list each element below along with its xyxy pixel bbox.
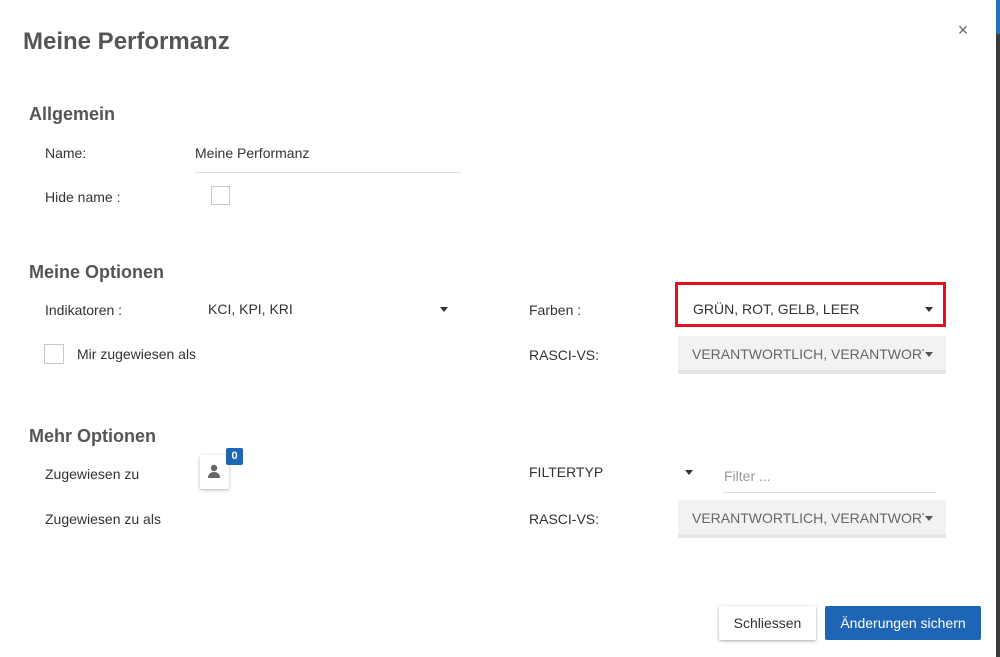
zugewiesen-zu-label: Zugewiesen zu: [45, 466, 140, 482]
close-icon[interactable]: ×: [954, 20, 972, 40]
mir-zugewiesen-label: Mir zugewiesen als: [77, 346, 197, 362]
dialog-title: Meine Performanz: [23, 28, 230, 55]
rasci-label-2: RASCI-VS:: [529, 511, 600, 527]
hide-name-label: Hide name :: [45, 189, 121, 205]
close-button[interactable]: Schliessen: [719, 606, 816, 640]
filtertyp-dropdown-icon[interactable]: [685, 470, 693, 475]
indikatoren-select[interactable]: KCI, KPI, KRI: [195, 290, 461, 326]
performance-dialog: Meine Performanz × Allgemein Name: Meine…: [0, 0, 996, 657]
indikatoren-label: Indikatoren :: [45, 302, 123, 318]
assignee-count-badge: 0: [226, 448, 243, 465]
chevron-down-icon: [440, 307, 448, 312]
rasci-select-2[interactable]: VERANTWORTLICH, VERANTWORTLICH: [678, 500, 946, 538]
indikatoren-select-value: KCI, KPI, KRI: [208, 301, 293, 317]
assignee-picker-button[interactable]: [200, 455, 229, 489]
rasci-label: RASCI-VS:: [529, 347, 600, 363]
mir-zugewiesen-checkbox[interactable]: [44, 344, 64, 364]
farben-label: Farben :: [529, 302, 582, 318]
name-label: Name:: [45, 145, 87, 161]
chevron-down-icon: [925, 516, 933, 521]
rasci-select-2-value: VERANTWORTLICH, VERANTWORTLICH: [692, 510, 924, 526]
background-edge: [996, 0, 1000, 657]
filter-input[interactable]: [723, 460, 936, 493]
hide-name-checkbox[interactable]: [211, 186, 230, 205]
farben-highlight-box: [675, 282, 946, 327]
chevron-down-icon: [925, 352, 933, 357]
rasci-select-value: VERANTWORTLICH, VERANTWORTLICH: [692, 346, 924, 362]
filtertyp-label: FILTERTYP: [529, 464, 604, 480]
save-button[interactable]: Änderungen sichern: [825, 606, 981, 640]
section-title-meine-optionen: Meine Optionen: [29, 262, 164, 282]
section-title-allgemein: Allgemein: [29, 104, 116, 124]
section-title-mehr-optionen: Mehr Optionen: [29, 426, 156, 446]
name-input[interactable]: Meine Performanz: [195, 136, 461, 173]
user-icon: [208, 464, 220, 478]
zugewiesen-zu-als-label: Zugewiesen zu als: [45, 511, 161, 527]
rasci-select[interactable]: VERANTWORTLICH, VERANTWORTLICH: [678, 336, 946, 374]
name-input-value: Meine Performanz: [195, 145, 310, 161]
